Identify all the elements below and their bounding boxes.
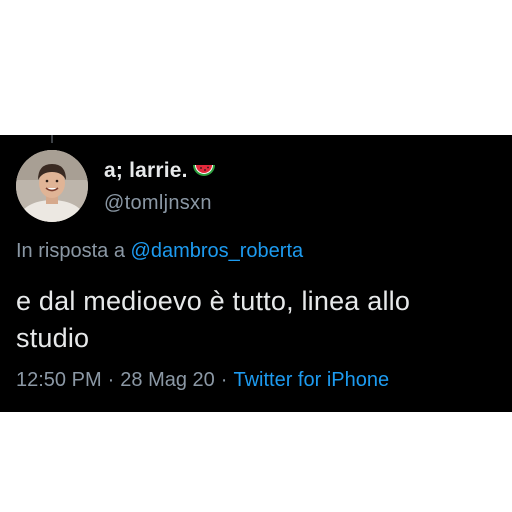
reply-to-handle-link[interactable]: @dambros_roberta: [131, 240, 304, 262]
watermelon-icon: [192, 164, 216, 178]
tweet-card[interactable]: a; larrie. @tomljnsxn In risposta a @dam…: [0, 135, 512, 412]
tweet-metadata: 12:50 PM · 28 Mag 20 · Twitter for iPhone: [16, 369, 389, 392]
tweet-text-line: studio: [16, 323, 90, 353]
tweet-source-link[interactable]: Twitter for iPhone: [233, 369, 389, 391]
display-name-row[interactable]: a; larrie.: [104, 158, 216, 184]
reply-prefix: In risposta a: [16, 240, 125, 262]
avatar-photo: [16, 150, 88, 222]
page: a; larrie. @tomljnsxn In risposta a @dam…: [0, 0, 512, 512]
thread-connector-line: [51, 135, 53, 143]
tweet-text: e dal medioevo è tutto, linea allo studi…: [16, 283, 496, 357]
tweet-text-line: e dal medioevo è tutto, linea allo: [16, 286, 411, 316]
avatar[interactable]: [16, 150, 88, 222]
separator: ·: [107, 369, 115, 391]
tweet-time[interactable]: 12:50 PM: [16, 369, 102, 391]
display-name[interactable]: a; larrie.: [104, 159, 188, 183]
tweet-date[interactable]: 28 Mag 20: [120, 369, 215, 391]
separator: ·: [220, 369, 228, 391]
reply-context: In risposta a @dambros_roberta: [16, 240, 303, 263]
user-handle[interactable]: @tomljnsxn: [104, 192, 212, 215]
